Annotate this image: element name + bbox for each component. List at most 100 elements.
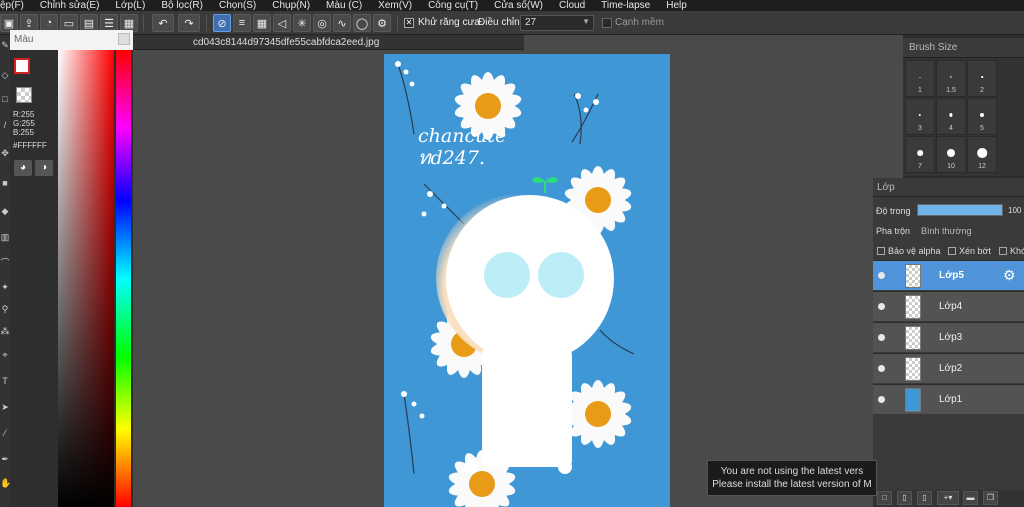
select-tool-icon[interactable]: □ [0,93,10,105]
menu-edit[interactable]: Chỉnh sửa(E) [40,0,100,11]
brush-size-label: 10 [947,163,955,170]
saturation-value-field[interactable] [58,50,114,507]
gradient-tool-icon[interactable]: ▥ [0,231,10,243]
menu-layer[interactable]: Lớp(L) [115,0,145,11]
brush-tool-icon[interactable]: ✎ [0,39,10,51]
menu-capture[interactable]: Chụp(N) [272,0,310,11]
brush-dot-icon [981,76,983,78]
new-layer-copy-icon[interactable]: ▯ [897,491,912,505]
gear-icon[interactable]: ⚙ [1003,267,1016,284]
rect-tool-icon[interactable]: ■ [0,177,10,189]
pen-nib-icon[interactable]: ✒ [0,453,10,465]
brush-size-option[interactable]: 4 [936,98,966,135]
layer-panel: Lớp Độ trong 100 Pha trộn Bình thường Bả… [873,178,1024,507]
pointer-tool-icon[interactable]: ➤ [0,401,10,413]
undo-icon[interactable]: ↶ [152,14,174,32]
opacity-slider[interactable] [917,204,1003,216]
new-layer-icon[interactable]: □ [877,491,892,505]
layer-name: Lớp1 [939,394,963,405]
transparent-color-swatch[interactable] [16,87,32,103]
brush-size-option[interactable]: 12 [967,136,997,173]
parallel-snap-icon[interactable]: ≡ [233,14,251,32]
brush-size-title: Brush Size [903,38,1024,58]
hue-slider[interactable] [116,50,131,507]
radial-snap-icon[interactable]: ✳ [293,14,311,32]
chevron-down-icon: ▼ [582,17,590,26]
brush-size-option[interactable]: 5 [967,98,997,135]
layer-name: Lớp5 [939,270,964,281]
visibility-icon[interactable] [878,334,885,341]
palette-edit-icon[interactable]: ◑ [35,160,53,176]
menu-timelapse[interactable]: Time-lapse [601,0,650,11]
brush-size-option[interactable]: 1 [905,60,935,97]
layer-name: Lớp4 [939,301,963,312]
visibility-icon[interactable] [878,272,885,279]
folder-icon[interactable]: ▬ [963,491,978,505]
wand-tool-icon[interactable]: ⚲ [0,303,10,315]
menu-select[interactable]: Chọn(S) [219,0,256,11]
menu-cloud[interactable]: Cloud [559,0,585,11]
update-notification[interactable]: You are not using the latest vers Please… [707,460,877,496]
panel-menu-button[interactable] [118,33,130,45]
menu-file[interactable]: ệp(F) [0,0,24,11]
blur-tool-icon[interactable]: ⁂ [0,325,10,337]
magic-wand-icon[interactable]: ✦ [0,281,10,293]
layer-row[interactable]: Lớp3 [873,322,1024,352]
eraser-tool-icon[interactable]: ◇ [0,69,10,81]
menu-view[interactable]: Xem(V) [378,0,412,11]
eyedropper-icon[interactable]: ⁄ [0,427,10,439]
layer-thumbnail [905,388,921,412]
protect-alpha-checkbox[interactable]: Bảo vệ alpha [877,246,941,256]
layer-row[interactable]: Lớp1 [873,384,1024,414]
brush-size-option[interactable]: 2 [967,60,997,97]
drawing-canvas[interactable]: chancute ทd247. [384,54,670,507]
menu-window[interactable]: Cửa sổ(W) [494,0,543,11]
add-layer-menu-icon[interactable]: +▾ [937,491,959,505]
visibility-icon[interactable] [878,396,885,403]
dropper-tool-icon[interactable]: ⌖ [0,349,10,361]
smooth-edge-checkbox[interactable] [602,18,612,28]
lock-checkbox[interactable]: Khó [999,246,1024,256]
brush-size-option[interactable]: 3 [905,98,935,135]
menu-tools[interactable]: Công cụ(T) [428,0,478,11]
brush-size-option[interactable]: 1.5 [936,60,966,97]
move-tool-icon[interactable]: ✥ [0,147,10,159]
new-halftone-layer-icon[interactable]: ▯ [917,491,932,505]
menu-color[interactable]: Màu (C) [326,0,362,11]
circle-snap-icon[interactable]: ◎ [313,14,331,32]
no-snap-icon[interactable]: ⊘ [213,14,231,32]
hex-readout[interactable]: #FFFFFF [13,141,53,150]
clipping-checkbox[interactable]: Xén bớt [948,246,991,256]
visibility-icon[interactable] [878,365,885,372]
curve-snap-icon[interactable]: ∿ [333,14,351,32]
duplicate-icon[interactable]: ❐ [983,491,998,505]
layer-row[interactable]: Lớp2 [873,353,1024,383]
adjust-select[interactable]: 27 ▼ [520,15,594,31]
layer-row[interactable]: Lớp4 [873,291,1024,321]
menu-filter[interactable]: Bộ lọc(R) [161,0,203,11]
character-eye [538,252,584,298]
white-dot [558,460,572,474]
grid-snap-icon[interactable]: ▦ [253,14,271,32]
brush-size-option[interactable]: 7 [905,136,935,173]
redo-icon[interactable]: ↷ [178,14,200,32]
menu-help[interactable]: Help [666,0,687,11]
text-tool-icon[interactable]: T [0,375,10,387]
ellipse-snap-icon[interactable]: ◯ [353,14,371,32]
document-tab[interactable]: cd043c8144d97345dfe55cabfdca2eed.jpg [133,35,524,50]
settings-snap-icon[interactable]: ⚙ [373,14,391,32]
rgb-readout: R:255 G:255 B:255 [13,110,35,137]
blend-mode-select[interactable]: Bình thường [921,226,971,236]
brush-size-label: 1.5 [946,87,956,94]
pen-tool-icon[interactable]: / [0,119,10,131]
lasso-tool-icon[interactable]: ⌒ [0,257,10,269]
fill-tool-icon[interactable]: ◆ [0,205,10,217]
brush-size-option[interactable]: 10 [936,136,966,173]
palette-icon[interactable]: ◕ [14,160,32,176]
antialias-checkbox[interactable]: ✕ [404,18,414,28]
perspective-snap-icon[interactable]: ◁ [273,14,291,32]
foreground-color-swatch[interactable] [14,58,30,74]
visibility-icon[interactable] [878,303,885,310]
layer-row[interactable]: Lớp5 ⚙ [873,260,1024,290]
hand-tool-icon[interactable]: ✋ [0,477,11,489]
